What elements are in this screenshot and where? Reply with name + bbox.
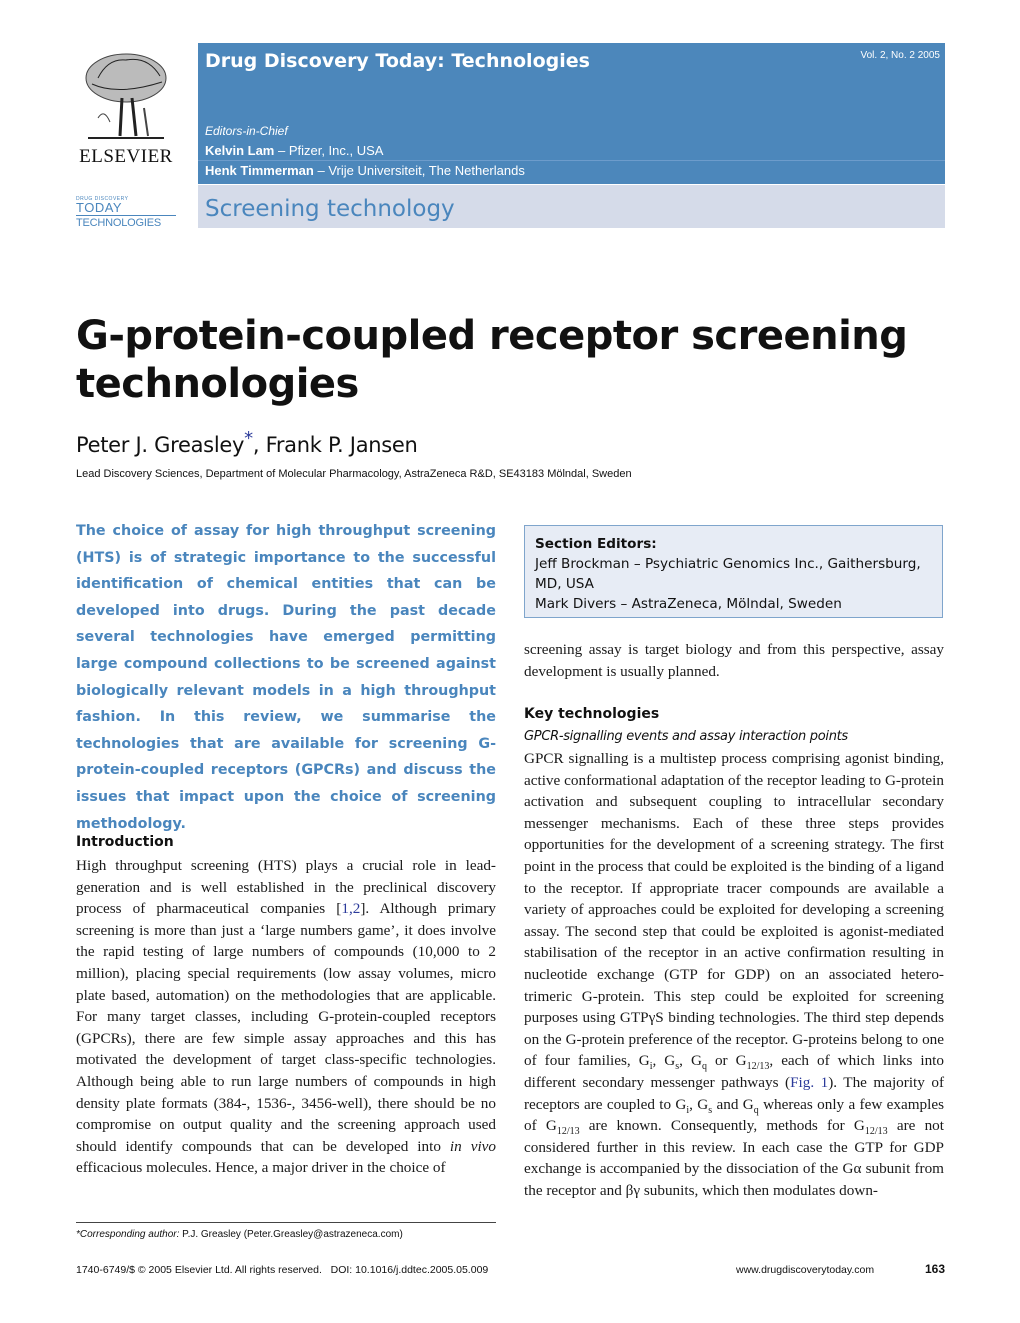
- figure-link[interactable]: Fig. 1: [790, 1074, 828, 1091]
- subscript: 12/13: [746, 1061, 770, 1073]
- corresponding-author-footnote: *Corresponding author: P.J. Greasley (Pe…: [76, 1229, 403, 1240]
- abstract: The choice of assay for high throughput …: [76, 523, 496, 832]
- author-name: Peter J. Greasley: [76, 433, 245, 457]
- editor-affiliation: – Pfizer, Inc., USA: [274, 143, 384, 158]
- footnote-label: *Corresponding author:: [76, 1229, 180, 1240]
- journal-url[interactable]: www.drugdiscoverytoday.com: [736, 1264, 874, 1276]
- editors-in-chief-label: Editors-in-Chief: [205, 124, 288, 138]
- text-run: , G: [679, 1052, 702, 1070]
- editor-in-chief: Kelvin Lam – Pfizer, Inc., USA: [205, 143, 383, 158]
- text-run: or G: [706, 1052, 747, 1070]
- section-editors-heading: Section Editors:: [535, 536, 657, 552]
- editor-name: Henk Timmerman: [205, 163, 314, 178]
- text-run: efficacious molecules. Hence, a major dr…: [76, 1159, 446, 1177]
- elsevier-tree-logo: [85, 53, 167, 139]
- editor-affiliation: – Vrije Universiteit, The Netherlands: [313, 163, 525, 178]
- editor-name: Kelvin Lam: [205, 143, 275, 158]
- citation-link[interactable]: 1,2: [341, 900, 360, 917]
- page-number: 163: [924, 1262, 945, 1276]
- section-editors-box: Section Editors: Jeff Brockman – Psychia…: [524, 525, 943, 618]
- introduction-heading: Introduction: [76, 834, 174, 850]
- ddt-technologies-logo: DRUG DISCOVERY TODAY TECHNOLOGIES: [76, 196, 176, 229]
- authors: Peter J. Greasley*, Frank P. Jansen: [76, 428, 418, 457]
- editor-in-chief: Henk Timmerman – Vrije Universiteit, The…: [205, 163, 525, 178]
- text-run: are known. Consequently, methods for G: [579, 1117, 865, 1135]
- key-technologies-subheading: GPCR-signalling events and assay interac…: [524, 729, 848, 744]
- text-run: , G: [689, 1095, 709, 1113]
- elsevier-wordmark: ELSEVIER: [79, 146, 173, 167]
- introduction-paragraph: High throughput screening (HTS) plays a …: [76, 855, 496, 1179]
- affiliation: Lead Discovery Sciences, Department of M…: [76, 468, 632, 480]
- section-editor: Mark Divers – AstraZeneca, Mölndal, Swed…: [535, 596, 842, 612]
- article-title: G-protein-coupled receptor screening tec…: [76, 313, 908, 407]
- corresponding-author-marker[interactable]: *: [244, 428, 253, 449]
- logo-technologies-text: TECHNOLOGIES: [76, 217, 162, 229]
- text-run: , G: [652, 1052, 676, 1070]
- introduction-continued: screening assay is target biology and fr…: [524, 641, 944, 680]
- subscript: 12/13: [556, 1126, 580, 1138]
- text-run: GPCR signalling is a multistep process c…: [524, 750, 944, 1070]
- copyright-doi: 1740-6749/$ © 2005 Elsevier Ltd. All rig…: [76, 1264, 489, 1276]
- italic-term: in vivo: [449, 1137, 497, 1155]
- section-title: Screening technology: [205, 196, 455, 222]
- author-name: , Frank P. Jansen: [252, 433, 418, 457]
- key-technologies-heading: Key technologies: [524, 706, 660, 722]
- section-editor: Jeff Brockman – Psychiatric Genomics Inc…: [535, 556, 921, 592]
- footnote-text: P.J. Greasley (Peter.Greasley@astrazenec…: [179, 1229, 403, 1240]
- text-run: ]. Although primary screening is more th…: [76, 900, 497, 1155]
- logo-divider: [76, 215, 176, 216]
- footnote-rule: [76, 1222, 496, 1223]
- logo-today-text: TODAY: [76, 200, 123, 215]
- text-run: and G: [712, 1095, 754, 1113]
- banner-divider: [198, 160, 945, 161]
- journal-title: Drug Discovery Today: Technologies: [205, 50, 590, 72]
- gpcr-signalling-paragraph: GPCR signalling is a multistep process c…: [524, 748, 944, 1201]
- subscript: 12/13: [864, 1126, 888, 1138]
- volume-info: Vol. 2, No. 2 2005: [860, 50, 940, 61]
